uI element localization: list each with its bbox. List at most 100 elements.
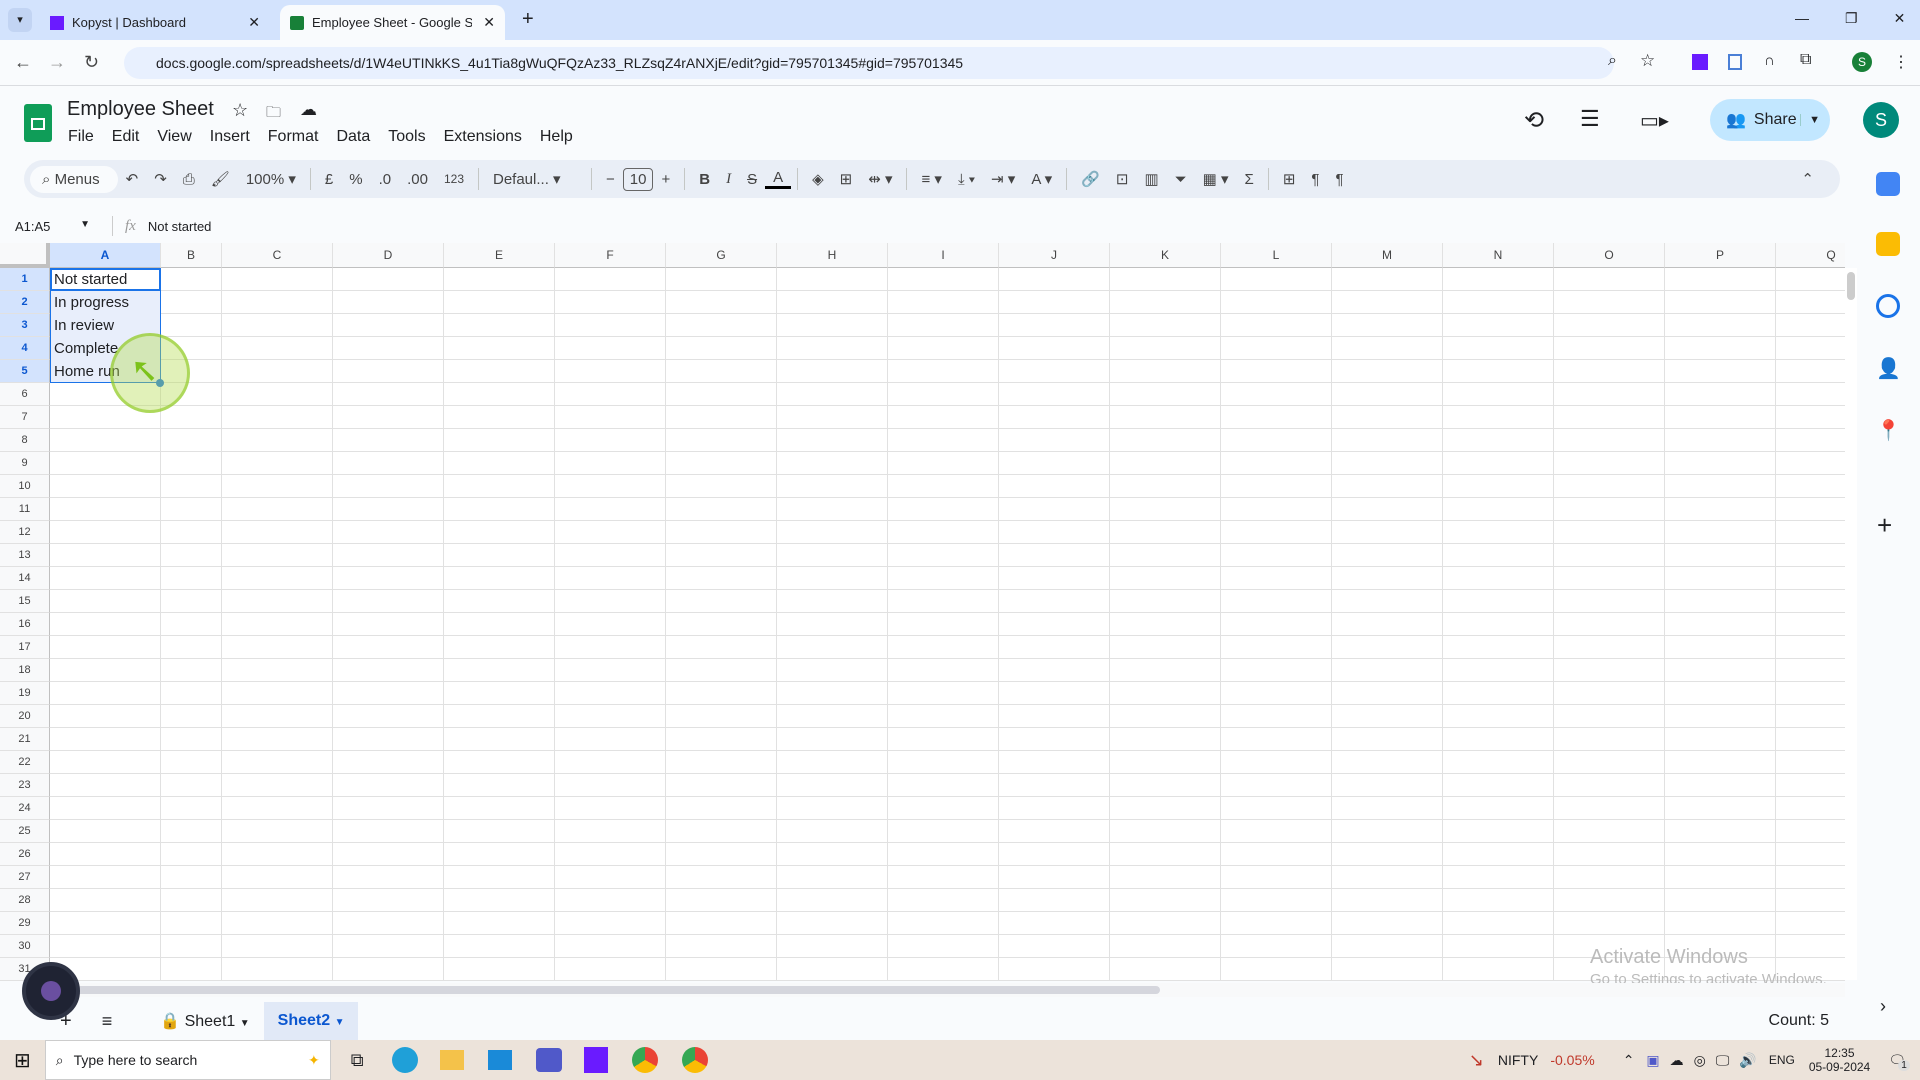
share-dropdown-icon[interactable]: ▼ <box>1800 114 1820 126</box>
row-header-24[interactable]: 24 <box>0 797 50 820</box>
sheet-tab-sheet2[interactable]: Sheet2 ▼ <box>263 1002 359 1040</box>
column-header-c[interactable]: C <box>222 243 333 268</box>
menu-file[interactable]: File <box>68 128 94 146</box>
row-header-30[interactable]: 30 <box>0 935 50 958</box>
filter-icon[interactable]: ⏷ <box>1167 171 1195 188</box>
reload-icon[interactable]: ↻ <box>84 52 99 73</box>
row-header-16[interactable]: 16 <box>0 613 50 636</box>
teams-tray-icon[interactable]: ▣ <box>1646 1052 1659 1069</box>
column-header-m[interactable]: M <box>1332 243 1443 268</box>
menu-data[interactable]: Data <box>336 128 370 146</box>
row-header-17[interactable]: 17 <box>0 636 50 659</box>
row-header-22[interactable]: 22 <box>0 751 50 774</box>
close-icon[interactable]: ✕ <box>483 14 495 31</box>
italic-button[interactable]: I <box>718 171 739 188</box>
doc-title[interactable]: Employee Sheet <box>67 98 214 121</box>
column-header-h[interactable]: H <box>777 243 888 268</box>
row-header-9[interactable]: 9 <box>0 452 50 475</box>
menus-search[interactable]: ⌕ Menus <box>30 165 118 193</box>
menu-view[interactable]: View <box>157 128 191 146</box>
row-header-15[interactable]: 15 <box>0 590 50 613</box>
decrease-decimal-button[interactable]: .0 <box>371 171 400 188</box>
kopyst-taskbar-icon[interactable] <box>583 1047 608 1073</box>
edge-icon[interactable] <box>391 1047 418 1073</box>
decrease-font-size-icon[interactable]: − <box>598 171 623 188</box>
row-header-20[interactable]: 20 <box>0 705 50 728</box>
puzzle-icon[interactable]: ⧉ <box>1800 51 1811 69</box>
extension-icon[interactable] <box>1728 54 1742 70</box>
borders-icon[interactable]: ⊞ <box>832 170 861 188</box>
column-header-l[interactable]: L <box>1221 243 1332 268</box>
font-select[interactable]: Defaul... ▾ <box>485 170 585 188</box>
column-header-j[interactable]: J <box>999 243 1110 268</box>
extension-icon[interactable]: ∩ <box>1764 52 1775 69</box>
row-header-26[interactable]: 26 <box>0 843 50 866</box>
contacts-icon[interactable]: 👤 <box>1876 356 1901 380</box>
menu-tools[interactable]: Tools <box>388 128 425 146</box>
percent-button[interactable]: % <box>341 171 370 188</box>
camera-icon[interactable]: ◎ <box>1694 1052 1706 1069</box>
increase-font-size-icon[interactable]: + <box>653 171 678 188</box>
teams-icon[interactable] <box>535 1048 562 1072</box>
version-history-icon[interactable]: ⟲ <box>1524 106 1544 135</box>
rtl-icon[interactable]: ¶ <box>1327 171 1351 188</box>
menu-edit[interactable]: Edit <box>112 128 140 146</box>
tab-search-button[interactable]: ▾ <box>8 8 32 32</box>
recorder-button[interactable] <box>22 962 80 1020</box>
cloud-status-icon[interactable]: ☁ <box>300 100 317 120</box>
column-header-q[interactable]: Q <box>1776 243 1845 268</box>
selection-count[interactable]: Count: 5 <box>1769 1012 1829 1030</box>
row-header-23[interactable]: 23 <box>0 774 50 797</box>
close-window-button[interactable]: ✕ <box>1894 10 1906 27</box>
column-header-i[interactable]: I <box>888 243 999 268</box>
text-color-icon[interactable]: A <box>765 169 792 189</box>
move-folder-icon[interactable]: 🗀 <box>266 102 281 127</box>
zoom-icon[interactable]: ⌕ <box>1608 52 1617 70</box>
onedrive-icon[interactable]: ☁ <box>1670 1052 1684 1069</box>
meet-icon[interactable]: ▭▸ <box>1640 108 1669 133</box>
font-size-input[interactable]: 10 <box>622 167 654 191</box>
paint-format-icon[interactable]: 🖌 <box>203 170 238 188</box>
undo-icon[interactable]: ↶ <box>118 170 147 188</box>
close-icon[interactable]: ✕ <box>248 14 260 31</box>
maps-icon[interactable]: 📍 <box>1876 418 1901 442</box>
fill-color-icon[interactable]: ◈ <box>804 170 832 188</box>
increase-decimal-button[interactable]: .00 <box>399 171 436 188</box>
add-addon-icon[interactable]: + <box>1877 510 1892 541</box>
functions-icon[interactable]: Σ <box>1237 171 1262 188</box>
collapse-toolbar-icon[interactable]: ⌃ <box>1793 170 1822 188</box>
network-icon[interactable]: 🖵 <box>1716 1052 1730 1069</box>
file-explorer-icon[interactable] <box>439 1050 464 1070</box>
star-icon[interactable]: ☆ <box>232 100 248 121</box>
mail-icon[interactable] <box>487 1050 512 1070</box>
row-header-3[interactable]: 3 <box>0 314 50 337</box>
bold-button[interactable]: B <box>691 171 718 188</box>
row-header-2[interactable]: 2 <box>0 291 50 314</box>
row-header-6[interactable]: 6 <box>0 383 50 406</box>
row-header-1[interactable]: 1 <box>0 268 50 291</box>
share-button[interactable]: 👥 Share ▼ <box>1710 99 1830 141</box>
filter-views-icon[interactable]: ▦ ▾ <box>1195 170 1237 188</box>
comment-icon[interactable]: ⊡ <box>1108 170 1137 188</box>
calendar-icon[interactable] <box>1876 172 1900 196</box>
column-header-e[interactable]: E <box>444 243 555 268</box>
chrome-profile-a-icon[interactable] <box>631 1047 658 1073</box>
chrome-profile-s-icon[interactable] <box>681 1047 708 1073</box>
back-icon[interactable]: ← <box>14 52 32 73</box>
account-avatar[interactable]: S <box>1863 102 1899 138</box>
column-header-p[interactable]: P <box>1665 243 1776 268</box>
align-icon[interactable]: ≡ ▾ <box>913 170 949 188</box>
volume-icon[interactable]: 🔊 <box>1739 1052 1756 1069</box>
column-header-a[interactable]: A <box>50 243 161 268</box>
sheet-tab-sheet1[interactable]: 🔒 Sheet1 ▼ <box>152 1003 257 1039</box>
bookmark-star-icon[interactable]: ☆ <box>1640 51 1655 71</box>
new-tab-button[interactable]: + <box>522 8 534 31</box>
row-header-10[interactable]: 10 <box>0 475 50 498</box>
currency-button[interactable]: £ <box>317 171 341 188</box>
show-hidden-icons[interactable]: ⌃ <box>1623 1052 1635 1069</box>
column-header-n[interactable]: N <box>1443 243 1554 268</box>
profile-avatar[interactable]: S <box>1852 52 1872 72</box>
tab-kopyst[interactable]: Kopyst | Dashboard ✕ <box>40 5 270 40</box>
link-icon[interactable]: 🔗 <box>1073 170 1108 188</box>
table-icon[interactable]: ⊞ <box>1275 170 1304 188</box>
